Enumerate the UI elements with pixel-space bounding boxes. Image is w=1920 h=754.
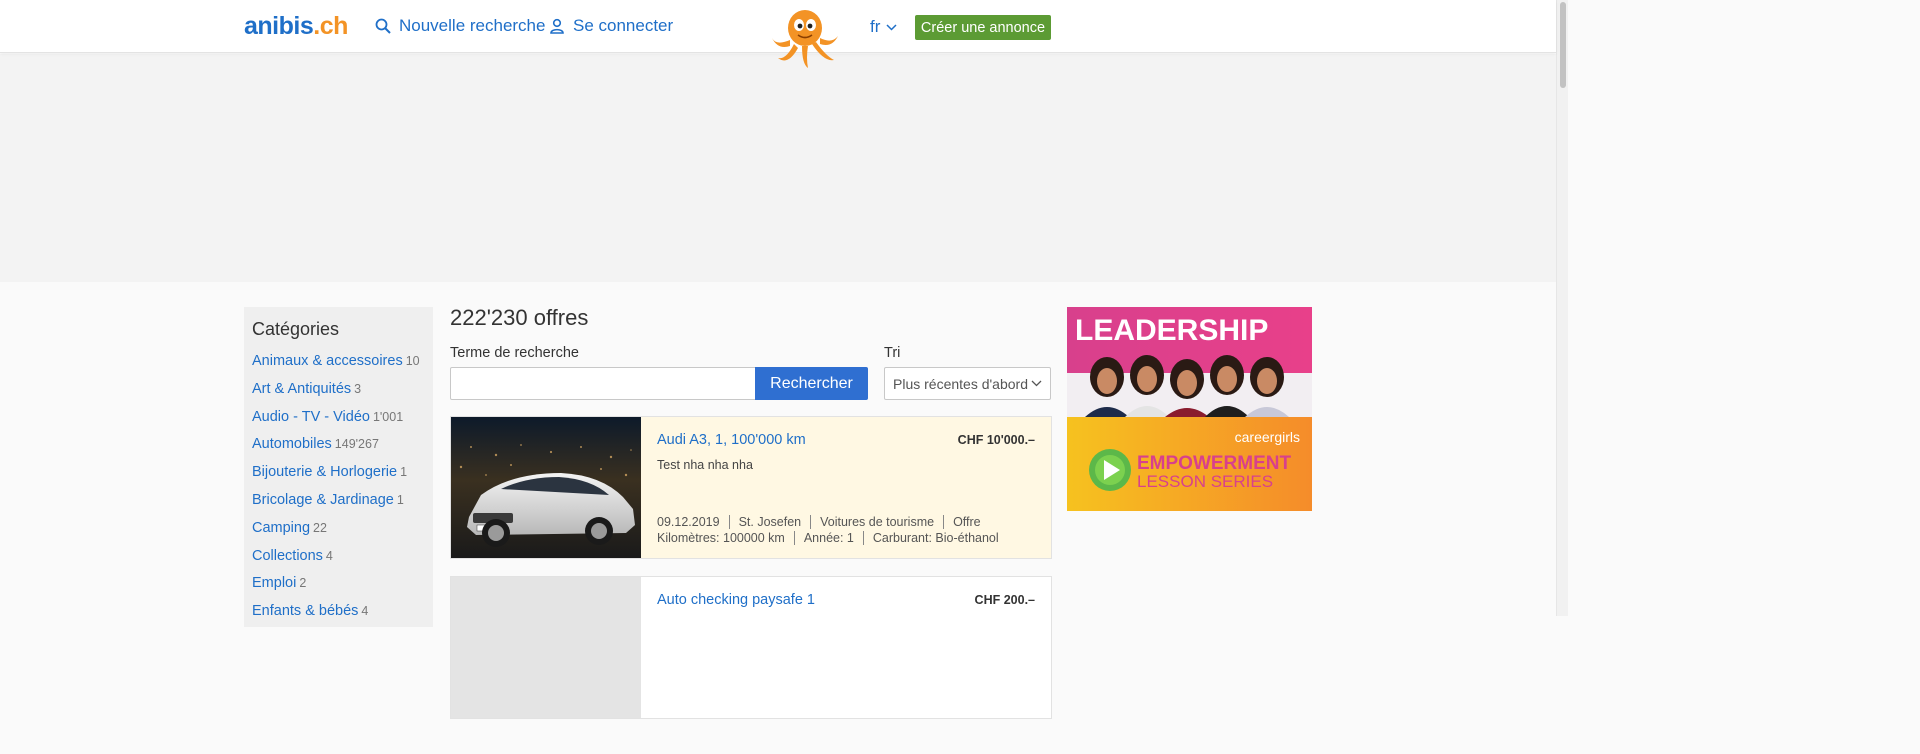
- category-item[interactable]: Camping 22: [252, 519, 425, 547]
- category-item[interactable]: Animaux & accessoires 10: [252, 352, 425, 380]
- search-label: Terme de recherche: [450, 345, 579, 361]
- search-input[interactable]: [450, 367, 756, 400]
- ad-brand: careergirls: [1235, 429, 1300, 445]
- ad-line-2: LESSON SERIES: [1137, 472, 1273, 491]
- car-photo[interactable]: [451, 417, 641, 558]
- chevron-down-icon: [1031, 380, 1042, 387]
- site-logo[interactable]: anibis.ch: [244, 12, 348, 41]
- chevron-down-icon: [886, 23, 897, 31]
- category-sidebar: Catégories Animaux & accessoires 10 Art &…: [244, 307, 433, 627]
- listing-title[interactable]: Audi A3, 1, 100'000 km: [657, 432, 806, 448]
- listing-card[interactable]: Auto checking paysafe 1 CHF 200.–: [450, 576, 1052, 719]
- category-item[interactable]: Bijouterie & Horlogerie 1: [252, 463, 425, 491]
- listing-price: CHF 200.–: [974, 593, 1035, 607]
- search-icon: [375, 18, 391, 34]
- listing-mileage: Kilomètres: 100000 km: [657, 531, 785, 545]
- category-item[interactable]: Bricolage & Jardinage 1: [252, 491, 425, 519]
- page-scrollbar[interactable]: [1556, 0, 1568, 616]
- listing-photo-placeholder[interactable]: [451, 577, 641, 718]
- listing-year: Année: 1: [793, 531, 854, 545]
- category-item[interactable]: Enfants & bébés 4: [252, 602, 425, 630]
- search-button[interactable]: Rechercher: [755, 367, 868, 400]
- ad-line-1: EMPOWERMENT: [1137, 453, 1292, 474]
- sidebar-ad[interactable]: LEADERSHIP careergirls EMPOWERMENT LESSO…: [1067, 307, 1312, 511]
- user-icon: [550, 18, 564, 34]
- listing-price: CHF 10'000.–: [957, 433, 1035, 447]
- listing-category: Voitures de tourisme: [810, 515, 934, 529]
- scrollbar-thumb[interactable]: [1560, 2, 1566, 88]
- sort-label: Tri: [884, 345, 901, 361]
- octopus-mascot-icon: [772, 10, 838, 68]
- listing-location: St. Josefen: [728, 515, 801, 529]
- category-item[interactable]: Automobiles 149'267: [252, 435, 425, 463]
- sidebar-title: Catégories: [252, 319, 340, 339]
- new-search-link[interactable]: Nouvelle recherche: [375, 16, 545, 36]
- results-count: 222'230 offres: [450, 305, 589, 330]
- listing-attributes-row: Kilomètres: 100000 km Année: 1 Carburant…: [657, 531, 999, 545]
- category-item[interactable]: Collections 4: [252, 547, 425, 575]
- listing-meta-row: 09.12.2019 St. Josefen Voitures de touri…: [657, 515, 981, 529]
- listing-type: Offre: [943, 515, 981, 529]
- top-ad-banner: [0, 54, 1556, 282]
- language-selector[interactable]: fr: [870, 17, 897, 37]
- category-item[interactable]: Art & Antiquités 3: [252, 380, 425, 408]
- listing-description: Test nha nha nha: [657, 458, 753, 472]
- listing-card[interactable]: Audi A3, 1, 100'000 km CHF 10'000.– Test…: [450, 416, 1052, 559]
- login-link[interactable]: Se connecter: [549, 16, 673, 36]
- listing-date: 09.12.2019: [657, 515, 720, 529]
- category-item[interactable]: Audio - TV - Vidéo 1'001: [252, 408, 425, 436]
- ad-headline: LEADERSHIP: [1075, 314, 1268, 347]
- create-ad-button[interactable]: Créer une annonce: [915, 15, 1051, 40]
- category-item[interactable]: Emploi 2: [252, 574, 425, 602]
- listing-title[interactable]: Auto checking paysafe 1: [657, 592, 815, 608]
- sort-select[interactable]: Plus récentes d'abord: [884, 367, 1051, 400]
- listing-fuel: Carburant: Bio-éthanol: [862, 531, 999, 545]
